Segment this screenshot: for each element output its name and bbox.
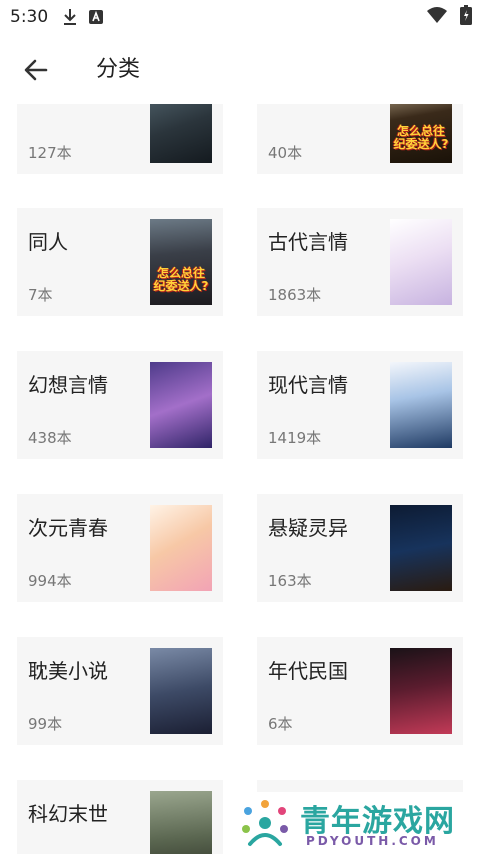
book-cover bbox=[390, 648, 452, 734]
category-name: 科幻末世 bbox=[28, 802, 108, 826]
cover-title: 怎么总往 纪委送人? bbox=[153, 266, 209, 293]
category-card[interactable]: 古代言情 1863本 bbox=[257, 208, 463, 316]
battery-icon bbox=[460, 5, 472, 29]
category-card[interactable]: 现代言情 1419本 bbox=[257, 351, 463, 459]
book-cover: 怎么总往 纪委送人? bbox=[150, 219, 212, 305]
book-cover bbox=[390, 362, 452, 448]
status-bar: 5:30 bbox=[0, 0, 480, 34]
category-name: 古代言情 bbox=[268, 230, 348, 254]
book-cover bbox=[150, 791, 212, 854]
category-name: 次元青春 bbox=[28, 516, 108, 540]
category-card[interactable]: 次元青春 994本 bbox=[17, 494, 223, 602]
category-grid: 127本 40本 怎么总往 纪委送人? 同人 7本 怎么总往 纪委送人? 古代言… bbox=[0, 104, 480, 854]
status-time: 5:30 bbox=[10, 7, 49, 27]
category-name: 幻想言情 bbox=[28, 373, 108, 397]
app-bar: 分类 bbox=[0, 34, 480, 104]
category-count: 40本 bbox=[268, 144, 303, 162]
page-title: 分类 bbox=[96, 57, 141, 82]
cover-title: 怎么总往 纪委送人? bbox=[393, 124, 449, 151]
book-cover bbox=[150, 104, 212, 163]
category-name: 悬疑灵异 bbox=[268, 516, 348, 540]
arrow-left-icon bbox=[24, 59, 48, 81]
category-count: 994本 bbox=[28, 572, 72, 590]
category-card[interactable]: 悬疑灵异 163本 bbox=[257, 494, 463, 602]
back-button[interactable] bbox=[20, 54, 52, 86]
category-name: 同人 bbox=[28, 230, 68, 254]
category-count: 438本 bbox=[28, 429, 72, 447]
category-count: 6本 bbox=[268, 715, 293, 733]
category-count: 127本 bbox=[28, 144, 72, 162]
book-cover bbox=[150, 505, 212, 591]
category-name: 耽美小说 bbox=[28, 659, 108, 683]
category-count: 1419本 bbox=[268, 429, 322, 447]
category-count: 7本 bbox=[28, 286, 53, 304]
category-card[interactable]: 同人 7本 怎么总往 纪委送人? bbox=[17, 208, 223, 316]
category-card[interactable]: 年代民国 6本 bbox=[257, 637, 463, 745]
category-name: 现代言情 bbox=[268, 373, 348, 397]
book-cover bbox=[150, 362, 212, 448]
category-card[interactable]: 127本 bbox=[17, 104, 223, 174]
category-count: 1863本 bbox=[268, 286, 322, 304]
book-cover bbox=[150, 648, 212, 734]
category-name: 年代民国 bbox=[268, 659, 348, 683]
category-count: 163本 bbox=[268, 572, 312, 590]
download-icon bbox=[62, 8, 78, 26]
book-cover: 怎么总往 纪委送人? bbox=[390, 104, 452, 163]
a-app-icon bbox=[88, 9, 104, 25]
category-card[interactable]: 幻想言情 438本 bbox=[17, 351, 223, 459]
category-card[interactable]: 40本 怎么总往 纪委送人? bbox=[257, 104, 463, 174]
book-cover bbox=[390, 505, 452, 591]
book-cover bbox=[390, 219, 452, 305]
wifi-icon bbox=[426, 6, 448, 28]
category-card[interactable]: 耽美小说 99本 bbox=[17, 637, 223, 745]
watermark-text-en: PDYOUTH.COM bbox=[306, 834, 439, 848]
category-count: 99本 bbox=[28, 715, 63, 733]
watermark: 青年游戏网 PDYOUTH.COM bbox=[228, 792, 480, 854]
watermark-logo-icon bbox=[242, 800, 288, 846]
category-card[interactable]: 科幻末世 bbox=[17, 780, 223, 854]
